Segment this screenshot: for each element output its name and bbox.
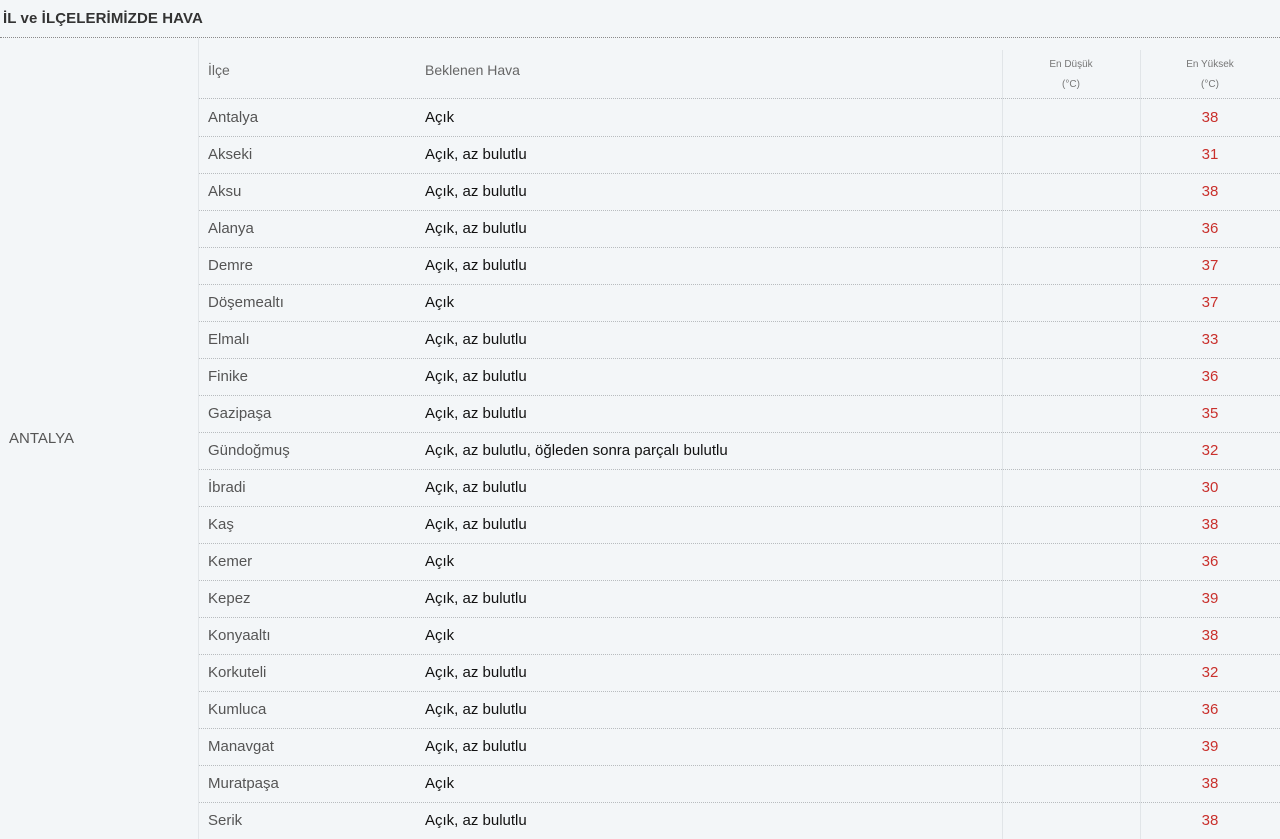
expected-weather: Açık (425, 775, 455, 792)
district-name: Konyaaltı (208, 627, 271, 644)
weather-table-container: ANTALYA İlçe Beklenen Hava En Düşük (°C)… (0, 38, 1280, 839)
max-temp: 38 (1201, 516, 1219, 533)
district-name: Kepez (208, 590, 251, 607)
max-temp: 33 (1201, 331, 1219, 348)
district-name: Korkuteli (208, 664, 267, 681)
district-name: Elmalı (208, 331, 250, 348)
section-title: İL ve İLÇELERİMİZDE HAVA (0, 0, 1280, 38)
district-table: İlçe Beklenen Hava En Düşük (°C) En Yüks… (199, 38, 1280, 839)
expected-weather: Açık, az bulutlu (425, 812, 527, 829)
district-name: Gazipaşa (208, 405, 272, 422)
header-expected-weather: Beklenen Hava (425, 62, 520, 78)
expected-weather: Açık, az bulutlu (425, 146, 527, 163)
district-name: İbradi (208, 479, 246, 496)
district-name: Kumluca (208, 701, 267, 718)
table-row: Manavgat Açık, az bulutlu 39 (199, 729, 1280, 766)
header-max-temp-label: En Yüksek (1186, 59, 1234, 70)
header-min-temp: En Düşük (°C) (1002, 55, 1140, 95)
district-name: Antalya (208, 109, 259, 126)
table-row: Demre Açık, az bulutlu 37 (199, 248, 1280, 285)
weather-page: İL ve İLÇELERİMİZDE HAVA ANTALYA İlçe Be… (0, 0, 1280, 839)
district-name: Kaş (208, 516, 234, 533)
province-name: ANTALYA (9, 430, 75, 447)
expected-weather: Açık (425, 294, 455, 311)
district-name: Gündoğmuş (208, 442, 290, 459)
expected-weather: Açık, az bulutlu (425, 183, 527, 200)
table-row: Döşemealtı Açık 37 (199, 285, 1280, 322)
expected-weather: Açık, az bulutlu (425, 405, 527, 422)
max-temp: 38 (1201, 183, 1219, 200)
max-temp: 32 (1201, 442, 1219, 459)
district-name: Aksu (208, 183, 242, 200)
max-temp: 38 (1201, 812, 1219, 829)
table-row: Elmalı Açık, az bulutlu 33 (199, 322, 1280, 359)
expected-weather: Açık, az bulutlu (425, 331, 527, 348)
table-row: Gündoğmuş Açık, az bulutlu, öğleden sonr… (199, 433, 1280, 470)
expected-weather: Açık, az bulutlu (425, 257, 527, 274)
table-row: Akseki Açık, az bulutlu 31 (199, 137, 1280, 174)
district-name: Kemer (208, 553, 253, 570)
table-row: Alanya Açık, az bulutlu 36 (199, 211, 1280, 248)
table-row: Serik Açık, az bulutlu 38 (199, 803, 1280, 839)
table-row: Korkuteli Açık, az bulutlu 32 (199, 655, 1280, 692)
expected-weather: Açık, az bulutlu (425, 479, 527, 496)
expected-weather: Açık, az bulutlu (425, 516, 527, 533)
max-temp: 38 (1201, 627, 1219, 644)
expected-weather: Açık, az bulutlu (425, 738, 527, 755)
max-temp: 30 (1201, 479, 1219, 496)
expected-weather: Açık (425, 627, 455, 644)
table-body: Antalya Açık 38 Akseki Açık, az bulutlu … (199, 100, 1280, 839)
max-temp: 31 (1201, 146, 1219, 163)
district-name: Manavgat (208, 738, 274, 755)
max-temp: 36 (1201, 553, 1219, 570)
district-name: Serik (208, 812, 243, 829)
expected-weather: Açık, az bulutlu (425, 664, 527, 681)
table-header: İlçe Beklenen Hava En Düşük (°C) En Yüks… (199, 38, 1280, 99)
expected-weather: Açık, az bulutlu, öğleden sonra parçalı … (425, 442, 728, 459)
table-row: Aksu Açık, az bulutlu 38 (199, 174, 1280, 211)
table-row: Kaş Açık, az bulutlu 38 (199, 507, 1280, 544)
max-temp: 37 (1201, 257, 1219, 274)
table-row: Finike Açık, az bulutlu 36 (199, 359, 1280, 396)
header-min-temp-unit: (°C) (1062, 79, 1080, 90)
header-district: İlçe (208, 62, 230, 78)
district-name: Finike (208, 368, 249, 385)
header-max-temp: En Yüksek (°C) (1141, 55, 1279, 95)
district-name: Demre (208, 257, 254, 274)
max-temp: 36 (1201, 701, 1219, 718)
max-temp: 37 (1201, 294, 1219, 311)
table-row: Antalya Açık 38 (199, 100, 1280, 137)
expected-weather: Açık (425, 553, 455, 570)
max-temp: 38 (1201, 109, 1219, 126)
district-name: Alanya (208, 220, 254, 237)
max-temp: 39 (1201, 738, 1219, 755)
expected-weather: Açık, az bulutlu (425, 220, 527, 237)
table-row: İbradi Açık, az bulutlu 30 (199, 470, 1280, 507)
max-temp: 35 (1201, 405, 1219, 422)
district-name: Muratpaşa (208, 775, 279, 792)
max-temp: 38 (1201, 775, 1219, 792)
district-name: Döşemealtı (208, 294, 284, 311)
expected-weather: Açık, az bulutlu (425, 368, 527, 385)
table-row: Kumluca Açık, az bulutlu 36 (199, 692, 1280, 729)
table-row: Gazipaşa Açık, az bulutlu 35 (199, 396, 1280, 433)
table-row: Kepez Açık, az bulutlu 39 (199, 581, 1280, 618)
expected-weather: Açık, az bulutlu (425, 590, 527, 607)
header-min-temp-label: En Düşük (1049, 59, 1093, 70)
expected-weather: Açık (425, 109, 455, 126)
max-temp: 36 (1201, 368, 1219, 385)
table-row: Muratpaşa Açık 38 (199, 766, 1280, 803)
table-row: Kemer Açık 36 (199, 544, 1280, 581)
district-name: Akseki (208, 146, 253, 163)
header-max-temp-unit: (°C) (1201, 79, 1219, 90)
max-temp: 39 (1201, 590, 1219, 607)
table-row: Konyaaltı Açık 38 (199, 618, 1280, 655)
max-temp: 36 (1201, 220, 1219, 237)
max-temp: 32 (1201, 664, 1219, 681)
expected-weather: Açık, az bulutlu (425, 701, 527, 718)
